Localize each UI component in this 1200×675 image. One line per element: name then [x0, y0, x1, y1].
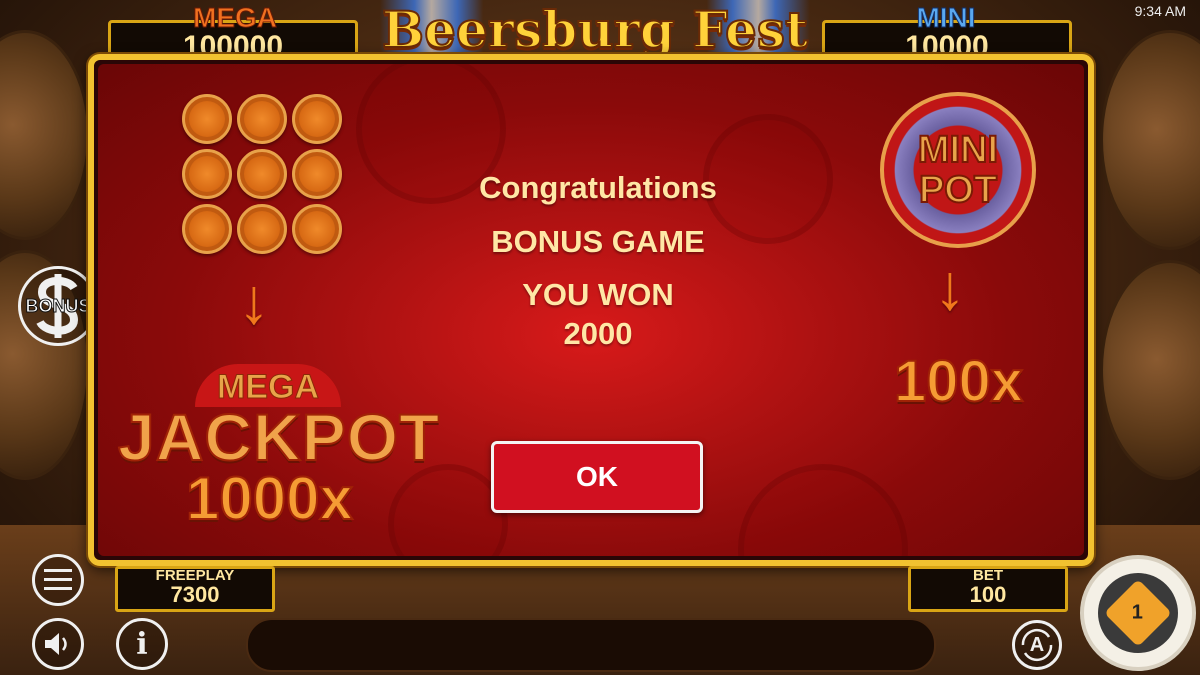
arrow-down-icon: ↓: [934, 251, 966, 323]
status-time: 9:34 AM: [1134, 3, 1186, 19]
coin-grid: [182, 94, 342, 254]
info-button[interactable]: i: [116, 618, 168, 670]
game-logo: Beersburg Fest: [380, 0, 810, 60]
info-icon: i: [136, 626, 148, 662]
barrel-right-top: [1100, 30, 1200, 250]
bet-value: 100: [969, 582, 1007, 607]
spin-icon: 1: [1104, 579, 1172, 647]
coin: [182, 149, 232, 199]
freeplay-value: 7300: [170, 582, 220, 607]
mega-multiplier: 1000x: [185, 464, 354, 533]
arrow-down-icon: ↓: [238, 265, 270, 337]
deco-bottom-badge: [738, 464, 908, 556]
bet-label: BET: [973, 567, 1003, 584]
ok-button[interactable]: OK: [491, 441, 703, 513]
mini-jackpot-label: MINI: [916, 2, 976, 34]
spin-inner: 1: [1098, 573, 1178, 653]
coin: [237, 149, 287, 199]
coin: [182, 94, 232, 144]
mini-pot-badge: MINI POT: [880, 92, 1036, 248]
you-won-text: YOU WON: [522, 277, 674, 312]
win-amount: 2000: [563, 316, 633, 351]
mega-jackpot-label: MEGA: [193, 2, 278, 34]
autoplay-label: A: [1029, 633, 1045, 656]
bet-box[interactable]: BET 100: [908, 566, 1068, 612]
coin: [292, 94, 342, 144]
coin: [292, 149, 342, 199]
mini-multiplier: 100x: [893, 348, 1024, 415]
autoplay-button[interactable]: A: [1012, 620, 1062, 670]
sound-button[interactable]: [32, 618, 84, 670]
barrel-left-top: [0, 30, 90, 240]
hamburger-icon: [44, 569, 72, 590]
coin: [237, 204, 287, 254]
coin: [292, 204, 342, 254]
deco-hop-left: [388, 464, 508, 556]
mini-text: MINI: [917, 129, 999, 171]
barrel-right-bottom: [1100, 260, 1200, 480]
bonus-game-text: BONUS GAME: [491, 224, 705, 259]
coin: [182, 204, 232, 254]
pot-text: POT: [918, 169, 998, 211]
congrats-text: Congratulations: [479, 170, 717, 205]
bonus-button[interactable]: BONUS: [18, 266, 98, 346]
freeplay-label: FREEPLAY: [155, 567, 235, 584]
mega-jackpot-badge: MEGA JACKPOT: [117, 364, 441, 474]
jackpot-text: JACKPOT: [117, 400, 441, 474]
coin: [237, 94, 287, 144]
bonus-label: BONUS: [25, 295, 91, 316]
speaker-icon: [45, 633, 67, 655]
message-bar: [246, 618, 936, 672]
bonus-win-dialog: ↓ MEGA JACKPOT 1000x Congratulations BON…: [88, 54, 1094, 566]
freeplay-box: FREEPLAY 7300: [115, 566, 275, 612]
spin-button[interactable]: 1: [1080, 555, 1196, 671]
dialog-body: ↓ MEGA JACKPOT 1000x Congratulations BON…: [98, 64, 1084, 556]
menu-button[interactable]: [32, 554, 84, 606]
spin-label: 1: [1132, 601, 1144, 624]
